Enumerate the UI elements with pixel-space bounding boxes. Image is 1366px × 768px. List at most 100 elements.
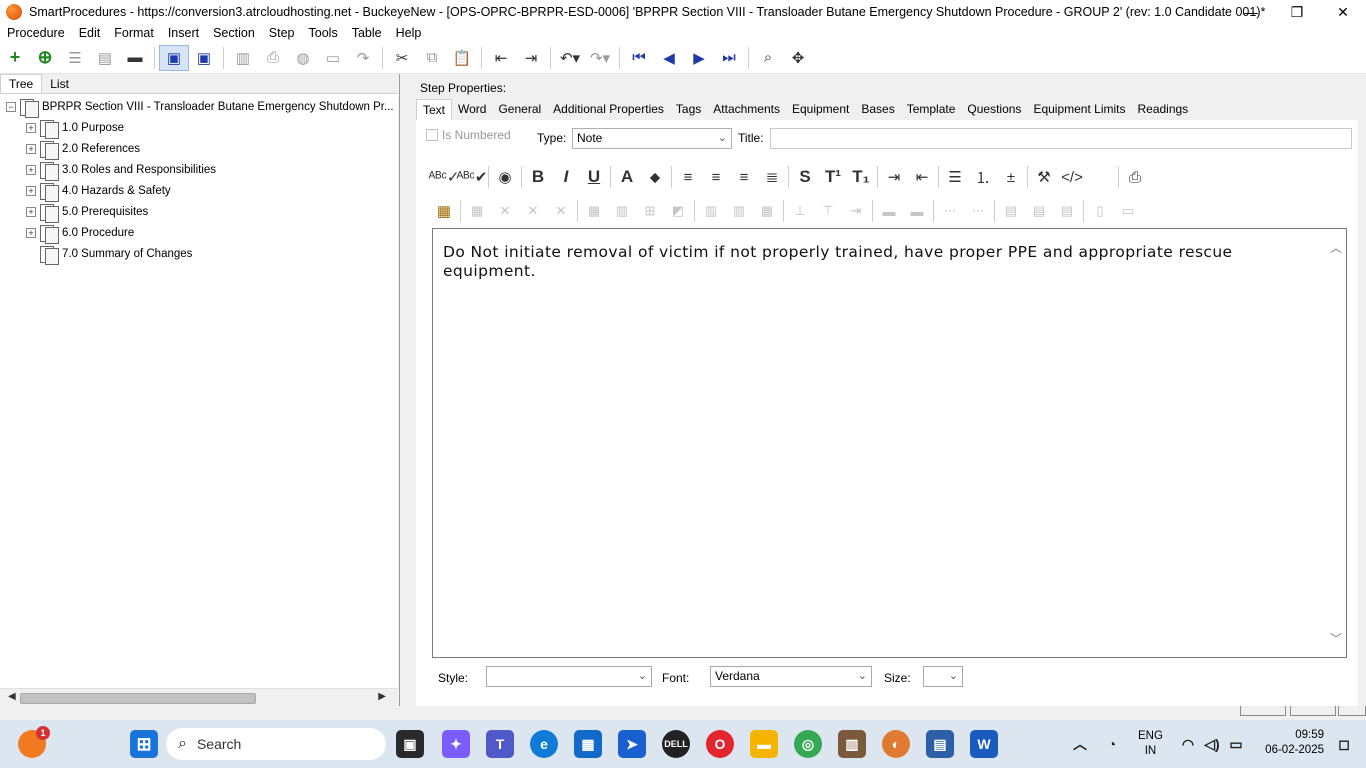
scroll-up-icon[interactable]: ︿: [1330, 239, 1342, 256]
tab-tree[interactable]: Tree: [0, 74, 43, 93]
outdent-icon[interactable]: ⇤: [486, 45, 516, 71]
paste-icon[interactable]: 📋: [447, 45, 477, 71]
html-source-icon[interactable]: </>: [1058, 164, 1086, 190]
tab-general[interactable]: General: [492, 99, 547, 119]
edge-icon[interactable]: e: [530, 730, 558, 758]
tree-item[interactable]: + 4.0 Hazards & Safety: [6, 180, 398, 202]
tab-equipment-limits[interactable]: Equipment Limits: [1027, 99, 1131, 119]
tab-text[interactable]: Text: [416, 98, 453, 120]
numbered-list-icon[interactable]: ⒈: [969, 164, 997, 190]
highlight-icon[interactable]: ◉: [491, 164, 519, 190]
menu-section[interactable]: Section: [206, 26, 262, 40]
preview-icon[interactable]: ▭: [318, 45, 348, 71]
menu-edit[interactable]: Edit: [72, 26, 108, 40]
menu-tools[interactable]: Tools: [302, 26, 345, 40]
font-color-icon[interactable]: A: [613, 164, 641, 190]
subscript-icon[interactable]: T₁: [847, 164, 875, 190]
tab-bases[interactable]: Bases: [855, 99, 900, 119]
start-icon[interactable]: ⊞: [130, 730, 158, 758]
menu-table[interactable]: Table: [345, 26, 389, 40]
bold-icon[interactable]: B: [524, 164, 552, 190]
network-sync-icon[interactable]: ◔: [1098, 730, 1126, 758]
bullet-list-icon[interactable]: ☰: [941, 164, 969, 190]
print-icon[interactable]: ⎙: [258, 45, 288, 71]
menu-step[interactable]: Step: [262, 26, 302, 40]
tree-item[interactable]: + 1.0 Purpose: [6, 117, 398, 139]
menu-help[interactable]: Help: [389, 26, 429, 40]
scroll-down-icon[interactable]: ﹀: [1330, 630, 1342, 647]
battery-icon[interactable]: ▭: [1222, 730, 1250, 758]
tree-item[interactable]: + 3.0 Roles and Responsibilities: [6, 159, 398, 181]
title-input[interactable]: [770, 128, 1352, 149]
justify-icon[interactable]: ≣: [758, 164, 786, 190]
type-select[interactable]: Note ⌄: [572, 128, 732, 149]
chevron-up-icon[interactable]: ︿: [1066, 730, 1094, 758]
dell-icon[interactable]: DELL: [662, 730, 690, 758]
indent-icon[interactable]: ⇥: [880, 164, 908, 190]
menu-procedure[interactable]: Procedure: [0, 26, 72, 40]
close-button[interactable]: ✕: [1320, 0, 1366, 24]
minimize-button[interactable]: —: [1228, 0, 1274, 24]
menu-insert[interactable]: Insert: [161, 26, 206, 40]
align-left-icon[interactable]: ≡: [674, 164, 702, 190]
export-icon[interactable]: ▥: [228, 45, 258, 71]
expand-icon[interactable]: ▤: [90, 45, 120, 71]
strikethrough-icon[interactable]: S: [791, 164, 819, 190]
tab-attachments[interactable]: Attachments: [707, 99, 786, 119]
weather-widget-icon[interactable]: 1: [18, 726, 50, 758]
tab-tags[interactable]: Tags: [670, 99, 707, 119]
store-icon[interactable]: ▦: [574, 730, 602, 758]
style-select[interactable]: ⌄: [486, 666, 652, 687]
is-numbered-checkbox[interactable]: [426, 129, 438, 141]
fill-color-icon[interactable]: ⬥: [641, 164, 669, 190]
tab-list[interactable]: List: [42, 75, 77, 93]
remote-app-icon[interactable]: ▤: [926, 730, 954, 758]
next-icon[interactable]: ▶: [684, 45, 714, 71]
undo-icon[interactable]: ↶▾: [555, 45, 585, 71]
outdent-icon[interactable]: ⇤: [908, 164, 936, 190]
expand-toggle[interactable]: +: [26, 185, 36, 196]
chrome-icon[interactable]: ◎: [794, 730, 822, 758]
restore-button[interactable]: ❐: [1274, 0, 1320, 24]
expand-toggle[interactable]: +: [26, 227, 36, 238]
tab-readings[interactable]: Readings: [1131, 99, 1194, 119]
app-icon[interactable]: ▥: [838, 730, 866, 758]
indent-icon[interactable]: ⇥: [516, 45, 546, 71]
spellcheck-all-icon[interactable]: ᴬᴮᶜ✔: [457, 164, 488, 190]
align-center-icon[interactable]: ≡: [702, 164, 730, 190]
spellcheck-icon[interactable]: ᴬᴮᶜ✓: [429, 164, 460, 190]
panel-splitter[interactable]: [399, 74, 405, 706]
word-icon[interactable]: W: [970, 730, 998, 758]
notifications-icon[interactable]: ◻: [1330, 730, 1358, 758]
insert-table-icon[interactable]: ▦: [430, 198, 458, 224]
expand-toggle[interactable]: +: [26, 164, 36, 175]
language-indicator[interactable]: ENG IN: [1138, 729, 1163, 759]
horizontal-scrollbar[interactable]: ◀ ▶: [0, 688, 398, 706]
tab-equipment[interactable]: Equipment: [786, 99, 855, 119]
step-text-editor[interactable]: Do Not initiate removal of victim if not…: [432, 228, 1347, 658]
collapse-icon[interactable]: ☰: [60, 45, 90, 71]
remote-desktop-icon[interactable]: ➤: [618, 730, 646, 758]
vertical-scrollbar[interactable]: ︿ ﹀: [1329, 229, 1346, 657]
expand-toggle[interactable]: +: [26, 143, 36, 154]
scrollbar-thumb[interactable]: [20, 693, 256, 704]
last-icon[interactable]: ⏭: [714, 45, 744, 71]
remove-icon[interactable]: ▬: [120, 45, 150, 71]
save-all-icon[interactable]: ▣: [159, 44, 189, 71]
insert-line-icon[interactable]: ±: [997, 164, 1025, 190]
task-view-icon[interactable]: ▣: [396, 730, 424, 758]
editor-content[interactable]: Do Not initiate removal of victim if not…: [443, 243, 1303, 281]
tree-item[interactable]: + 2.0 References: [6, 138, 398, 160]
redo-gray-icon[interactable]: ↷: [348, 45, 378, 71]
taskbar-search[interactable]: ⌕ Search: [166, 728, 386, 760]
size-select[interactable]: ⌄: [923, 666, 963, 687]
add-icon[interactable]: +: [0, 45, 30, 71]
find-icon[interactable]: ⌕: [753, 45, 783, 71]
expand-toggle[interactable]: +: [26, 122, 36, 133]
scroll-right-icon[interactable]: ▶: [378, 691, 386, 702]
first-icon[interactable]: ⏮: [624, 45, 654, 71]
underline-icon[interactable]: U: [580, 164, 608, 190]
menu-format[interactable]: Format: [107, 26, 161, 40]
copilot-icon[interactable]: ✦: [442, 730, 470, 758]
align-right-icon[interactable]: ≡: [730, 164, 758, 190]
